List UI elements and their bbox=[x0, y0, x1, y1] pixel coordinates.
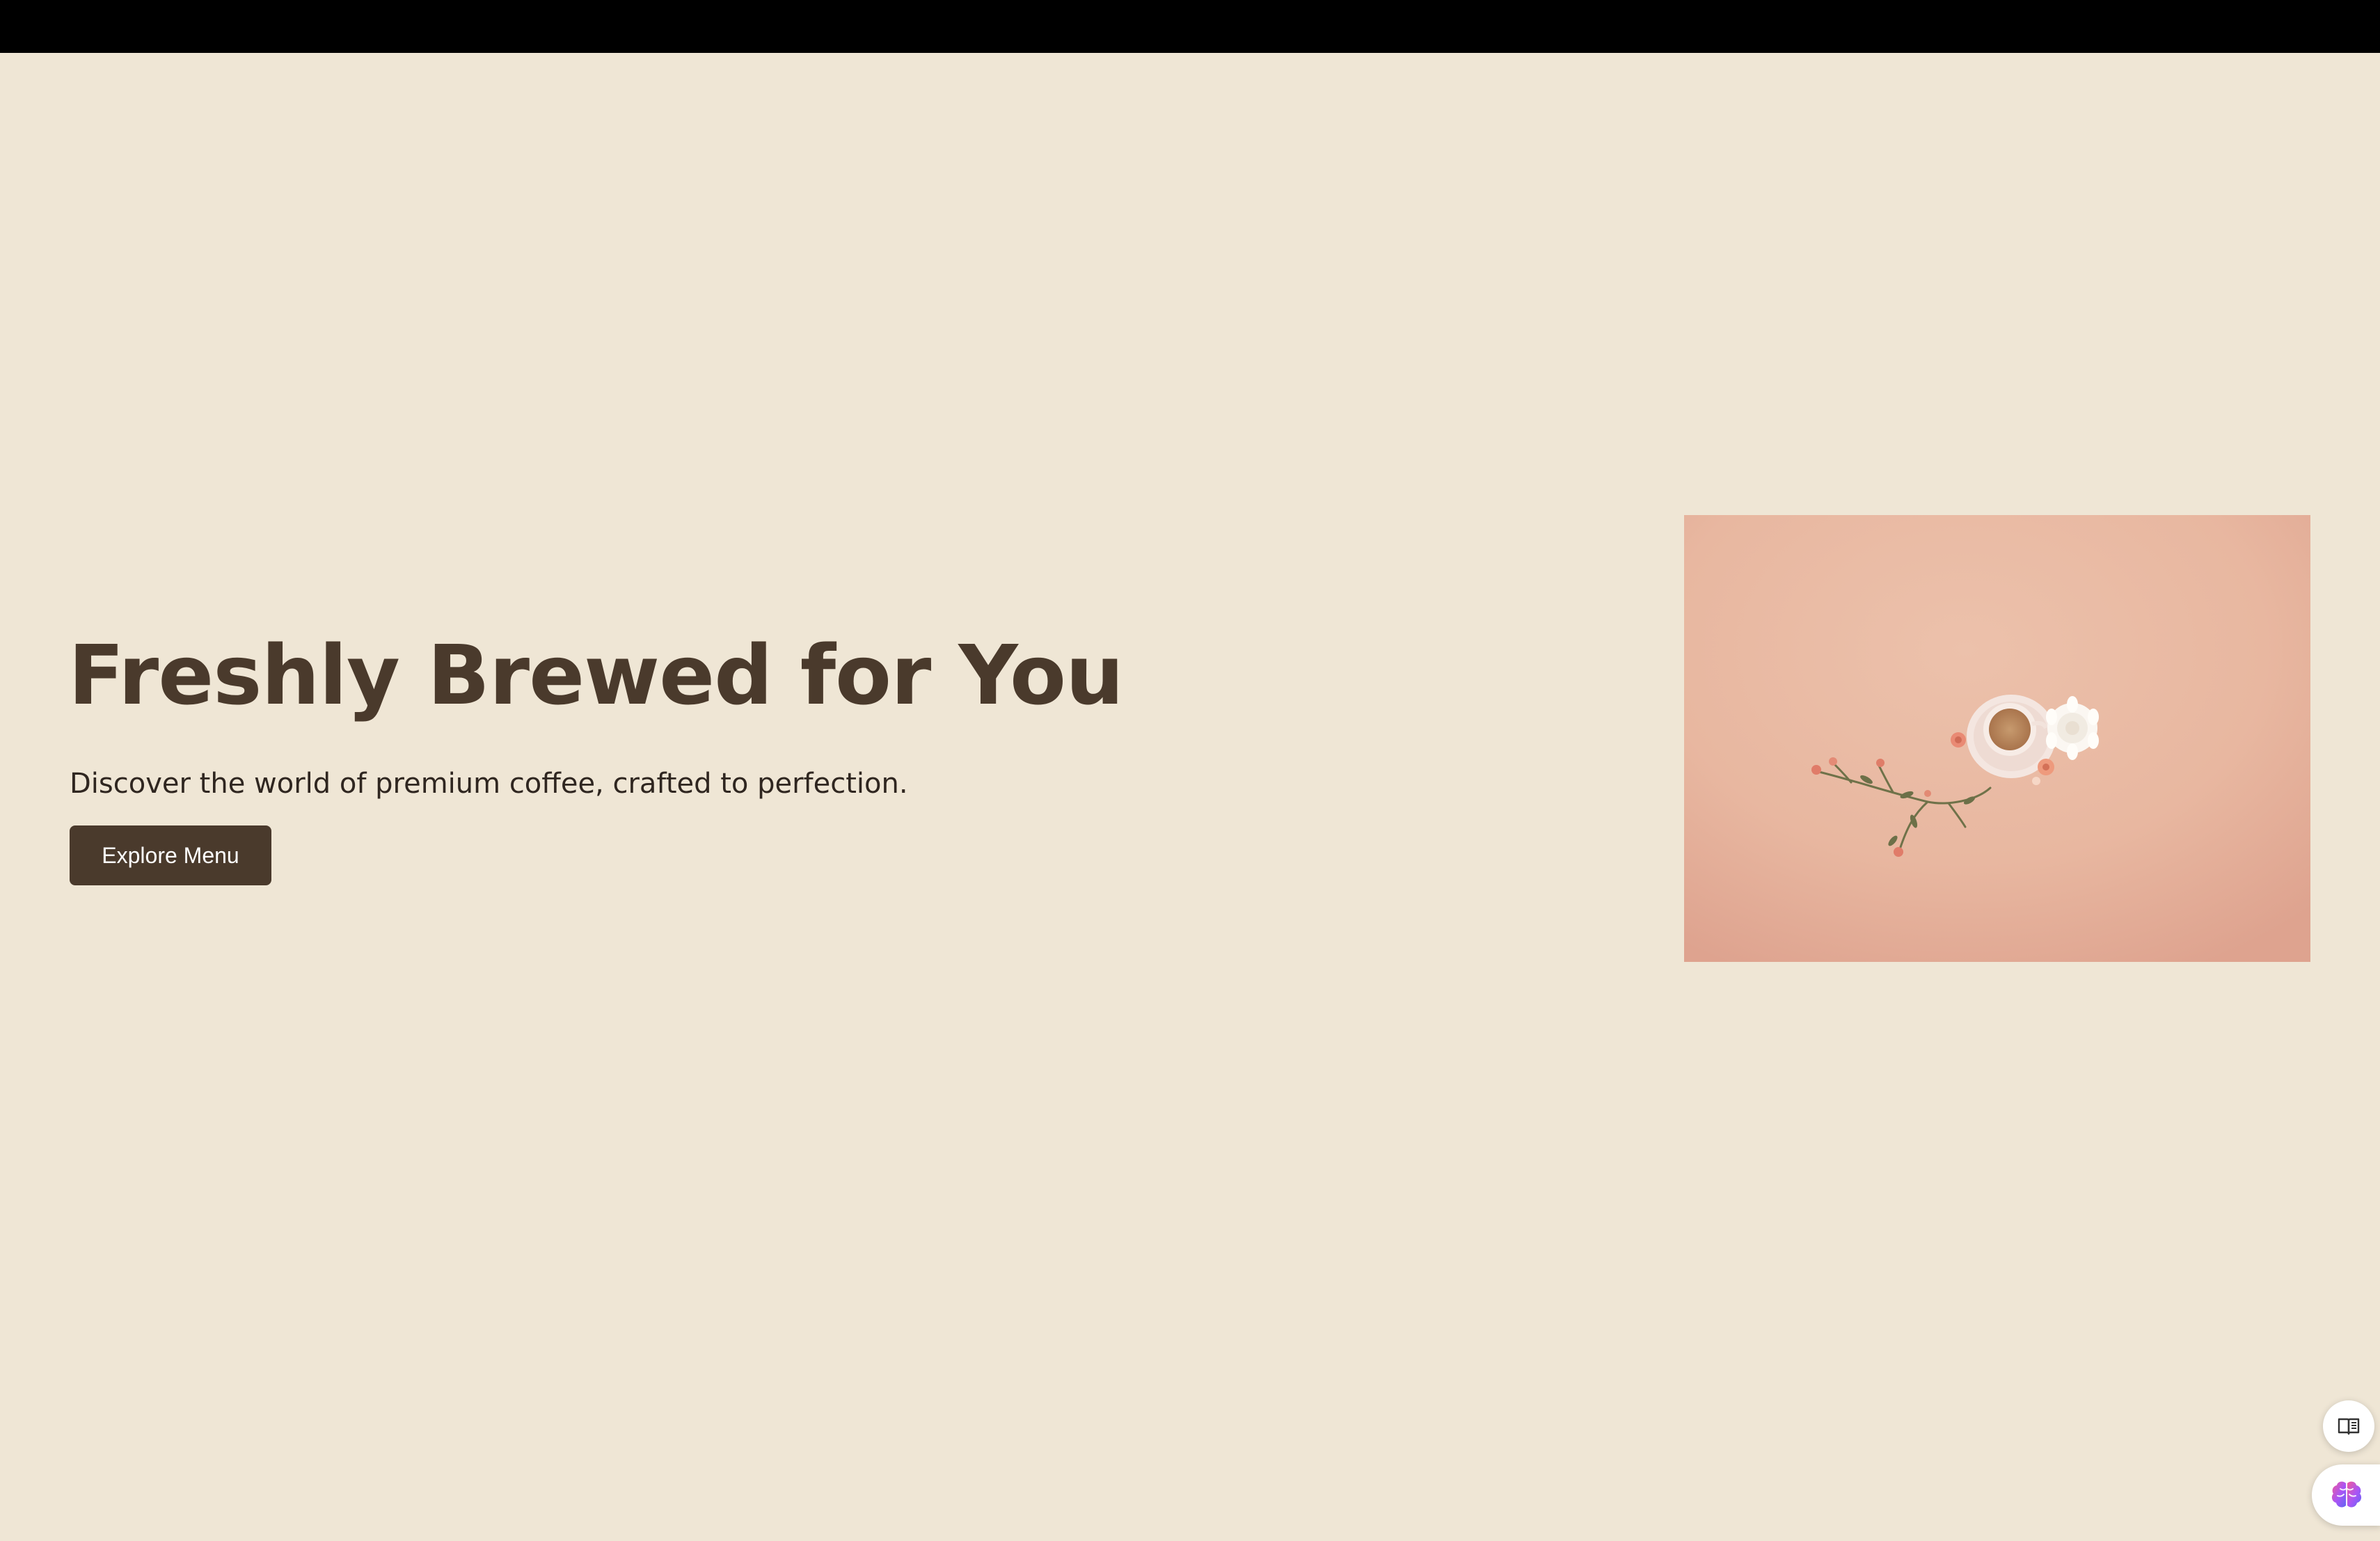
brain-icon bbox=[2331, 1481, 2362, 1508]
browser-top-bar bbox=[0, 0, 2380, 53]
ai-assistant-button[interactable] bbox=[2312, 1464, 2380, 1526]
reader-mode-button[interactable] bbox=[2323, 1400, 2374, 1452]
hero-subtitle: Discover the world of premium coffee, cr… bbox=[70, 768, 908, 800]
hero-title: Freshly Brewed for You bbox=[68, 627, 1124, 723]
explore-menu-button[interactable]: Explore Menu bbox=[70, 825, 271, 885]
book-icon bbox=[2338, 1418, 2360, 1435]
hero-image-coffee-cup bbox=[1684, 515, 2310, 962]
